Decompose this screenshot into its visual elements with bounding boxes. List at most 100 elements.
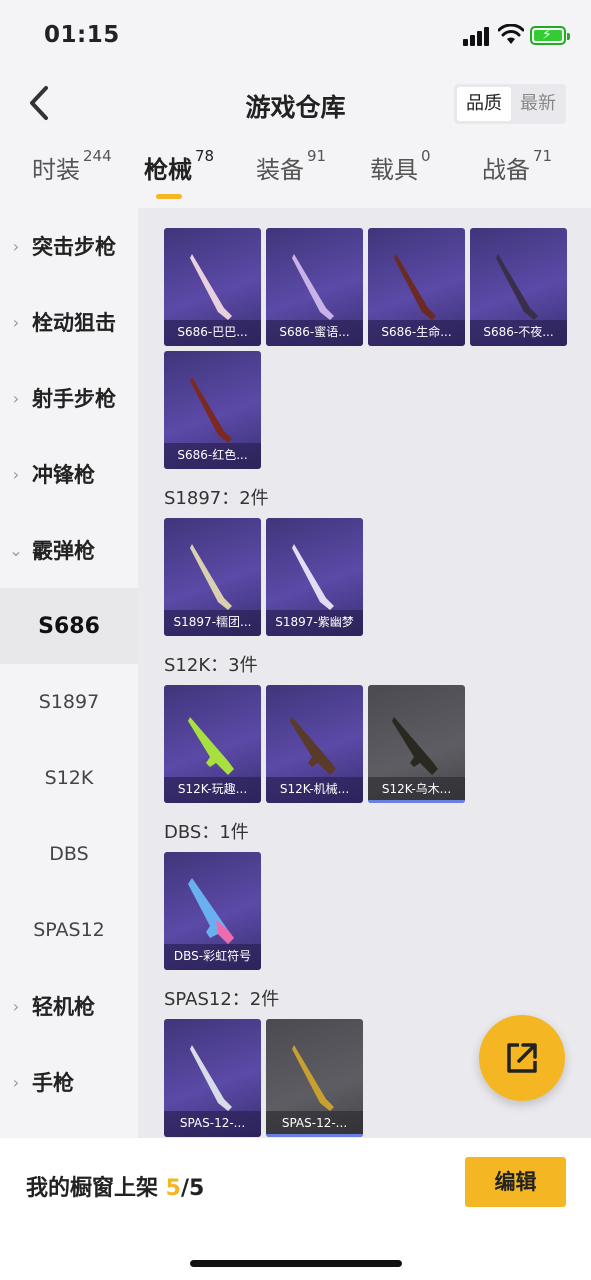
sidebar-sub-s12k[interactable]: S12K <box>0 740 138 816</box>
weapon-name: SPAS-12-... <box>164 1111 261 1137</box>
weapon-sidebar: › 突击步枪 › 栓动狙击 › 射手步枪 › 冲锋枪 ⌄ 霰弹枪 S686 S1897 S… <box>0 208 138 1138</box>
shotgun-icon <box>496 254 538 320</box>
weapon-name: S686-蜜语... <box>266 320 363 346</box>
tab-active-indicator <box>156 194 182 199</box>
sidebar-item-label: 突击步枪 <box>32 235 116 259</box>
sidebar-item-assault-rifle[interactable]: › 突击步枪 <box>0 208 138 284</box>
weapon-card[interactable]: S686-生命... <box>368 228 465 346</box>
showcase-bar: 我的橱窗上架 5/5 编辑 <box>0 1138 591 1280</box>
shotgun-icon <box>190 544 232 610</box>
weapon-card[interactable]: S12K-机械... <box>266 685 363 803</box>
showcase-label: 我的橱窗上架 <box>26 1176 166 1201</box>
tab-count: 0 <box>421 147 431 165</box>
rifle-icon <box>188 717 234 775</box>
tab-label: 枪械 <box>144 156 192 184</box>
status-bar: 01:15 ⚡ <box>0 0 591 72</box>
weapon-name: S686-巴巴... <box>164 320 261 346</box>
tab-supplies[interactable]: 战备 71 <box>482 147 553 206</box>
sidebar-sub-s1897[interactable]: S1897 <box>0 664 138 740</box>
tab-count: 78 <box>195 147 215 165</box>
signal-icon <box>463 26 491 46</box>
sort-newest-button[interactable]: 最新 <box>511 87 565 121</box>
weapon-card[interactable]: S12K-乌木... <box>368 685 465 803</box>
sort-toggle: 品质 最新 <box>454 84 566 124</box>
chevron-right-icon: › <box>12 1072 20 1092</box>
weapon-card[interactable]: S1897-糯团... <box>164 518 261 636</box>
weapon-card[interactable]: S686-巴巴... <box>164 228 261 346</box>
weapon-name: S686-不夜... <box>470 320 567 346</box>
rifle-icon <box>290 717 336 775</box>
group-header-spas12: SPAS12：2件 <box>164 989 280 1010</box>
chevron-right-icon: › <box>12 312 20 332</box>
sidebar-sub-dbs[interactable]: DBS <box>0 816 138 892</box>
tab-label: 装备 <box>256 156 304 184</box>
weapon-card[interactable]: SPAS-12-... <box>266 1019 363 1137</box>
showcase-total: /5 <box>180 1176 205 1201</box>
shotgun-icon <box>292 1045 334 1111</box>
home-indicator[interactable] <box>190 1260 402 1267</box>
sidebar-sub-s686[interactable]: S686 <box>0 588 138 664</box>
shotgun-icon <box>190 377 232 443</box>
shotgun-icon <box>292 254 334 320</box>
tab-vehicles[interactable]: 载具 0 <box>370 147 431 206</box>
tab-equipment[interactable]: 装备 91 <box>256 147 327 206</box>
chevron-right-icon: › <box>12 388 20 408</box>
weapon-card[interactable]: S12K-玩趣... <box>164 685 261 803</box>
sidebar-item-label: 霰弹枪 <box>32 539 95 563</box>
weapon-card[interactable]: S686-不夜... <box>470 228 567 346</box>
tab-label: 战备 <box>482 156 530 184</box>
tab-label: 时装 <box>32 156 80 184</box>
weapon-card[interactable]: S686-蜜语... <box>266 228 363 346</box>
chevron-right-icon: › <box>12 464 20 484</box>
weapon-card[interactable]: S1897-紫幽梦 <box>266 518 363 636</box>
group-header-s1897: S1897：2件 <box>164 488 269 509</box>
weapon-name: S686-生命... <box>368 320 465 346</box>
weapon-card[interactable]: SPAS-12-... <box>164 1019 261 1137</box>
sidebar-item-marksman[interactable]: › 射手步枪 <box>0 360 138 436</box>
wifi-icon <box>498 24 524 44</box>
sidebar-item-bolt-sniper[interactable]: › 栓动狙击 <box>0 284 138 360</box>
sidebar-item-label: 栓动狙击 <box>32 311 116 335</box>
chevron-right-icon: › <box>12 236 20 256</box>
weapon-name: S12K-机械... <box>266 777 363 803</box>
rifle-icon <box>392 717 438 775</box>
sidebar-item-label: 射手步枪 <box>32 387 116 411</box>
tab-guns[interactable]: 枪械 78 <box>144 147 215 206</box>
tab-count: 91 <box>307 147 327 165</box>
sidebar-item-label: 轻机枪 <box>32 995 95 1019</box>
sidebar-sub-spas12[interactable]: SPAS12 <box>0 892 138 968</box>
battery-icon: ⚡ <box>530 26 570 45</box>
chevron-right-icon: › <box>12 996 20 1016</box>
weapon-name: S12K-玩趣... <box>164 777 261 803</box>
page-header: 游戏仓库 品质 最新 <box>0 72 591 136</box>
share-icon <box>507 1043 537 1073</box>
sidebar-item-label: 手枪 <box>32 1071 74 1095</box>
showcase-status: 我的橱窗上架 5/5 <box>26 1170 204 1202</box>
showcase-current-count: 5 <box>165 1176 181 1201</box>
rarity-bar <box>368 800 465 803</box>
category-tabs: 时装 244 枪械 78 装备 91 载具 0 战备 71 <box>0 147 591 206</box>
chevron-down-icon: ⌄ <box>9 540 23 560</box>
edit-button[interactable]: 编辑 <box>465 1157 566 1207</box>
sort-quality-button[interactable]: 品质 <box>457 87 511 121</box>
sidebar-item-shotgun[interactable]: ⌄ 霰弹枪 <box>0 512 138 588</box>
share-button[interactable] <box>479 1015 565 1101</box>
sidebar-item-label: 冲锋枪 <box>32 463 95 487</box>
tab-count: 244 <box>83 147 112 165</box>
status-time: 01:15 <box>44 22 120 48</box>
sidebar-item-lmg[interactable]: › 轻机枪 <box>0 968 138 1044</box>
rarity-bar <box>266 1134 363 1137</box>
weapon-name: S686-红色... <box>164 443 261 469</box>
weapon-card[interactable]: S686-红色... <box>164 351 261 469</box>
weapon-name: DBS-彩虹符号 <box>164 944 261 970</box>
tab-count: 71 <box>533 147 553 165</box>
tab-fashion[interactable]: 时装 244 <box>32 147 112 206</box>
shotgun-icon <box>394 254 436 320</box>
sidebar-item-pistol[interactable]: › 手枪 <box>0 1044 138 1120</box>
shotgun-icon <box>190 1045 232 1111</box>
app-root: { "status_bar": {"time": "01:15"}, "head… <box>0 0 591 1280</box>
sidebar-item-smg[interactable]: › 冲锋枪 <box>0 436 138 512</box>
weapon-card[interactable]: DBS-彩虹符号 <box>164 852 261 970</box>
item-grid: S686-巴巴... S686-蜜语... S686-生命... S686-不夜… <box>138 208 591 1138</box>
weapon-name: S1897-糯团... <box>164 610 261 636</box>
